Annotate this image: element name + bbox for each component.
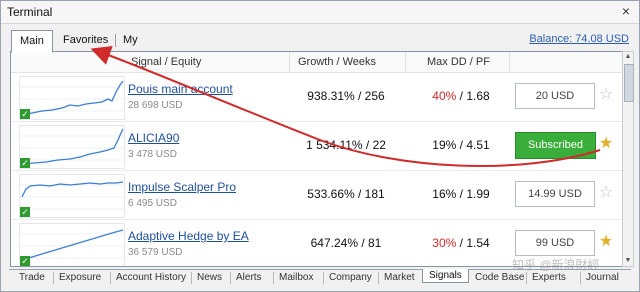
signal-equity: 36 579 USD xyxy=(128,247,183,258)
equity-sparkline: ✓ xyxy=(19,125,125,169)
equity-sparkline: ✓ xyxy=(19,174,125,218)
subscribed-button[interactable]: Subscribed xyxy=(515,132,596,159)
tab-divider xyxy=(110,272,111,284)
tab-signals[interactable]: Signals xyxy=(422,269,469,283)
check-icon: ✓ xyxy=(20,207,30,217)
table-row[interactable]: ✓ Pouis main account 28 698 USD 938.31% … xyxy=(11,73,623,122)
tab-main-label: Main xyxy=(20,35,44,47)
maxdd-value: 30% xyxy=(432,236,457,250)
tab-news[interactable]: News xyxy=(197,272,222,283)
favorite-star-icon[interactable]: ☆ xyxy=(597,86,615,104)
table-row[interactable]: ✓ ALICIA90 3 478 USD 1 534.11% / 22 19% … xyxy=(11,122,623,171)
table-row[interactable]: ✓ Impulse Scalper Pro 6 495 USD 533.66% … xyxy=(11,171,623,220)
tab-mailbox[interactable]: Mailbox xyxy=(279,272,313,283)
tab-market[interactable]: Market xyxy=(384,272,415,283)
tab-journal[interactable]: Journal xyxy=(586,272,619,283)
tab-experts[interactable]: Experts xyxy=(532,272,566,283)
header-maxdd-pf: Max DD / PF xyxy=(427,56,490,68)
header-divider xyxy=(289,52,290,72)
pf-value: 1.99 xyxy=(466,187,490,201)
maxdd-value: 19% xyxy=(432,138,457,152)
check-icon: ✓ xyxy=(20,158,30,168)
header-signal-equity: Signal / Equity xyxy=(131,56,202,68)
signal-equity: 3 478 USD xyxy=(128,149,177,160)
equity-sparkline: ✓ xyxy=(19,223,125,266)
scrollbar-thumb[interactable] xyxy=(624,64,634,102)
tab-trade[interactable]: Trade xyxy=(19,272,45,283)
title-bar: Terminal × xyxy=(1,1,639,24)
check-icon: ✓ xyxy=(20,109,30,119)
pf-value: 1.68 xyxy=(466,89,490,103)
signal-equity: 6 495 USD xyxy=(128,198,177,209)
tab-exposure[interactable]: Exposure xyxy=(59,272,101,283)
maxdd-value: 16% xyxy=(432,187,457,201)
window-title: Terminal xyxy=(7,5,53,19)
favorite-star-icon[interactable]: ★ xyxy=(597,135,615,153)
scroll-up-icon[interactable]: ▲ xyxy=(623,52,633,62)
signal-growth: 938.31% / 256 xyxy=(307,89,385,103)
scroll-down-icon[interactable]: ▼ xyxy=(623,256,633,266)
tab-divider xyxy=(323,272,324,284)
header-growth-weeks: Growth / Weeks xyxy=(298,56,377,68)
tab-divider xyxy=(526,272,527,284)
check-icon: ✓ xyxy=(20,256,30,266)
table-header: Signal / Equity Growth / Weeks Max DD / … xyxy=(11,52,623,73)
signal-name[interactable]: Impulse Scalper Pro xyxy=(128,180,236,194)
pf-value: 1.54 xyxy=(466,236,490,250)
tab-divider xyxy=(191,272,192,284)
tab-code-base[interactable]: Code Base xyxy=(475,272,524,283)
balance-link[interactable]: Balance: 74.08 USD xyxy=(529,33,629,45)
terminal-window: Terminal × Main Favorites My Statistics … xyxy=(0,0,640,292)
tab-main[interactable]: Main xyxy=(11,30,53,53)
subscribe-price-button[interactable]: 99 USD xyxy=(515,230,595,256)
tab-divider xyxy=(273,272,274,284)
tab-divider xyxy=(230,272,231,284)
equity-sparkline: ✓ xyxy=(19,76,125,120)
tab-favorites[interactable]: Favorites xyxy=(55,30,116,50)
subscribe-price-button[interactable]: 14.99 USD xyxy=(515,181,595,207)
tab-company[interactable]: Company xyxy=(329,272,372,283)
signal-growth: 1 534.11% / 22 xyxy=(306,138,386,152)
vertical-scrollbar[interactable]: ▲ ▼ xyxy=(622,51,634,267)
signals-table: Signal / Equity Growth / Weeks Max DD / … xyxy=(10,51,624,267)
pf-value: 4.51 xyxy=(466,138,490,152)
tab-divider xyxy=(580,272,581,284)
tab-alerts[interactable]: Alerts xyxy=(236,272,262,283)
signal-name[interactable]: ALICIA90 xyxy=(128,131,179,145)
signal-growth: 533.66% / 181 xyxy=(307,187,385,201)
tab-favorites-label: Favorites xyxy=(63,34,109,46)
favorite-star-icon[interactable]: ★ xyxy=(597,233,615,251)
signal-name[interactable]: Adaptive Hedge by EA xyxy=(128,229,249,243)
signal-maxdd-pf: 16% / 1.99 xyxy=(432,187,490,201)
header-divider xyxy=(509,52,510,72)
watermark: 知乎 @新浪財經 xyxy=(512,258,600,272)
signal-maxdd-pf: 30% / 1.54 xyxy=(432,236,490,250)
signal-maxdd-pf: 40% / 1.68 xyxy=(432,89,490,103)
tab-divider xyxy=(53,272,54,284)
maxdd-value: 40% xyxy=(432,89,457,103)
tab-my-statistics[interactable]: My Statistics xyxy=(115,30,175,66)
tab-divider xyxy=(378,272,379,284)
favorite-star-icon[interactable]: ☆ xyxy=(597,184,615,202)
tab-account-history[interactable]: Account History xyxy=(116,272,186,283)
signal-maxdd-pf: 19% / 4.51 xyxy=(432,138,490,152)
header-divider xyxy=(405,52,406,72)
subscribe-price-button[interactable]: 20 USD xyxy=(515,83,595,109)
signal-name[interactable]: Pouis main account xyxy=(128,82,233,96)
signal-equity: 28 698 USD xyxy=(128,100,183,111)
close-icon[interactable]: × xyxy=(619,4,633,18)
signal-growth: 647.24% / 81 xyxy=(310,236,382,250)
